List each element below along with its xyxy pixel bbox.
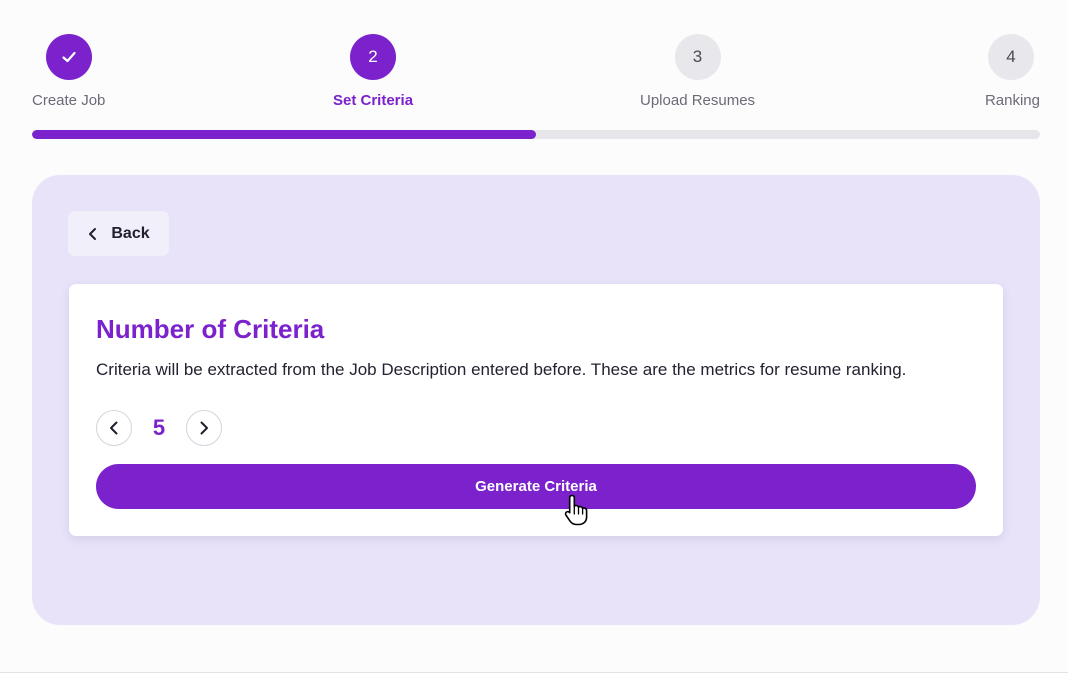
step-ranking[interactable]: 4 Ranking <box>985 34 1040 109</box>
progress-stepper: Create Job 2 Set Criteria 3 Upload Resum… <box>32 34 1040 114</box>
chevron-left-icon <box>89 227 97 240</box>
decrement-button[interactable] <box>96 410 132 446</box>
step-upload-resumes[interactable]: 3 Upload Resumes <box>640 34 755 109</box>
step-2-circle: 2 <box>350 34 397 80</box>
progress-bar <box>32 130 1040 139</box>
progress-fill <box>32 130 536 139</box>
card-title: Number of Criteria <box>96 314 325 344</box>
step-3-label: Upload Resumes <box>640 92 756 109</box>
increment-button[interactable] <box>186 410 222 446</box>
step-4-circle: 4 <box>988 34 1034 80</box>
card-description: Criteria will be extracted from the Job … <box>96 360 907 379</box>
check-icon <box>62 51 76 63</box>
step-2-label: Set Criteria <box>333 92 414 109</box>
criteria-card: Number of Criteria Criteria will be extr… <box>69 284 1003 536</box>
criteria-count-value: 5 <box>152 415 166 440</box>
back-button-label: Back <box>111 224 150 242</box>
generate-criteria-button[interactable]: Generate Criteria <box>96 464 976 509</box>
step-create-job[interactable]: Create Job <box>32 34 105 109</box>
back-button[interactable]: Back <box>68 211 169 256</box>
criteria-count-stepper: 5 <box>96 410 222 446</box>
step-3-circle: 3 <box>674 34 721 80</box>
step-4-label: Ranking <box>984 92 1040 109</box>
chevron-right-icon <box>200 421 208 435</box>
criteria-panel: Back Number of Criteria Criteria will be… <box>32 175 1040 625</box>
step-set-criteria[interactable]: 2 Set Criteria <box>333 34 413 109</box>
step-1-label: Create Job <box>32 92 106 109</box>
step-1-circle <box>46 34 92 80</box>
chevron-left-icon <box>110 421 118 435</box>
page: Create Job 2 Set Criteria 3 Upload Resum… <box>0 0 1068 673</box>
